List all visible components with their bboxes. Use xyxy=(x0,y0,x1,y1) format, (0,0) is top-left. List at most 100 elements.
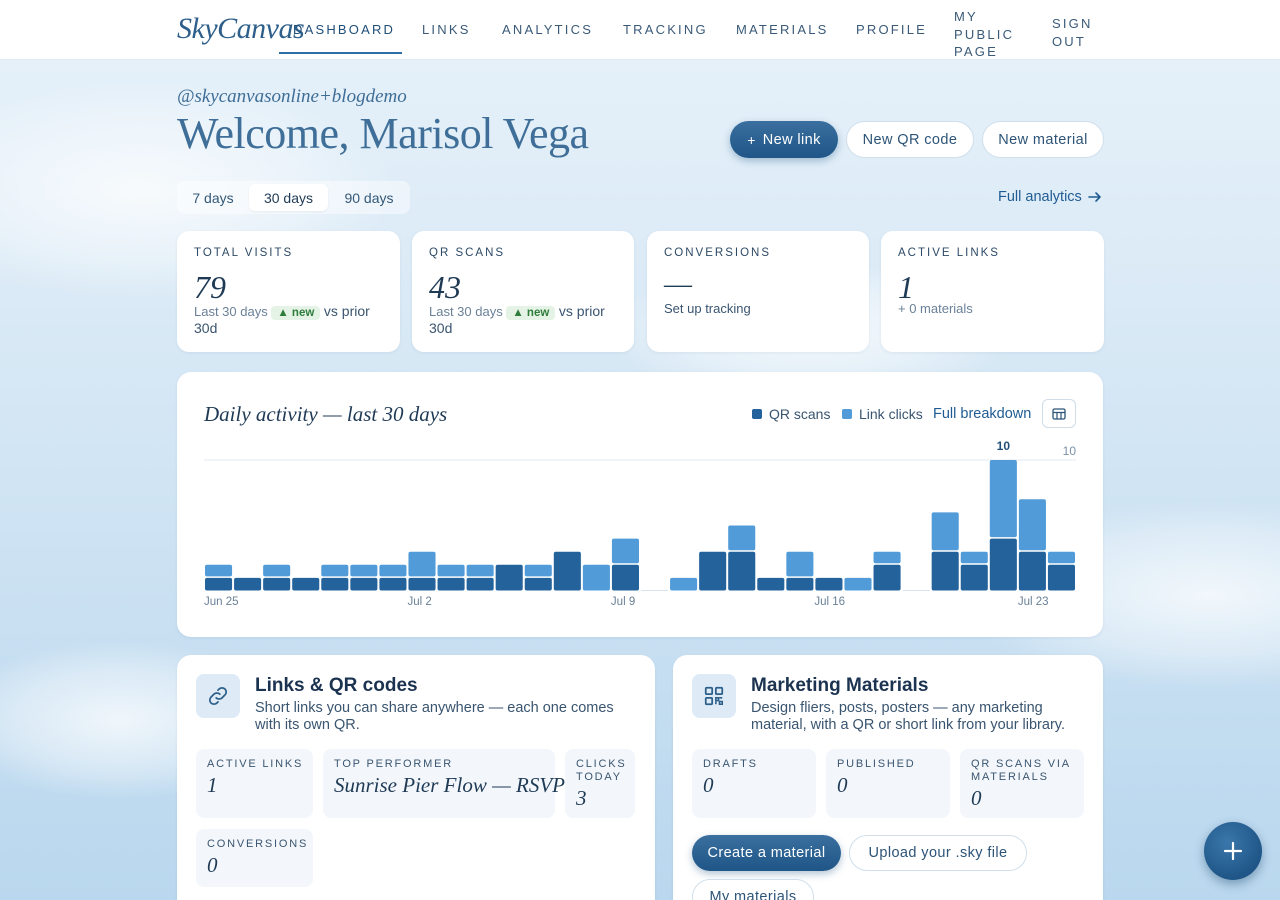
bar-qr-scans xyxy=(699,551,727,591)
new-material-label: New material xyxy=(998,131,1088,148)
tile-label-line: TODAY xyxy=(576,771,622,783)
my-materials-label: My materials xyxy=(709,889,797,900)
stat-label: ACTIVE LINKS xyxy=(898,247,1000,259)
bar-qr-scans xyxy=(205,577,233,591)
full-analytics-link[interactable]: Full analytics xyxy=(998,189,1102,205)
tile-top-performer[interactable]: TOP PERFORMER Sunrise Pier Flow — RSVP xyxy=(323,749,565,818)
stat-period: Last 30 days xyxy=(194,304,268,319)
bar-qr-scans xyxy=(234,577,262,591)
bar-link-clicks xyxy=(728,525,756,551)
bar-link-clicks xyxy=(844,577,872,591)
welcome-heading: Welcome, Marisol Vega xyxy=(177,109,589,158)
card-description: Design fliers, posts, posters — any mark… xyxy=(751,700,1065,733)
stat-label: CONVERSIONS xyxy=(664,247,771,259)
x-tick-label: Jul 2 xyxy=(407,596,431,608)
nav-my-public-page-line: PAGE xyxy=(954,44,998,59)
floating-add-button[interactable] xyxy=(1204,822,1262,880)
bar-qr-scans xyxy=(553,551,581,591)
nav-links[interactable]: LINKS xyxy=(422,22,471,37)
bar-link-clicks xyxy=(670,577,698,591)
nav-sign-out[interactable]: SIGN OUT xyxy=(1052,15,1093,50)
bar-qr-scans xyxy=(931,551,959,591)
bar-qr-scans xyxy=(379,577,407,591)
tile-label: ACTIVE LINKS xyxy=(207,758,304,770)
bar-link-clicks xyxy=(873,551,901,564)
range-7-days[interactable]: 7 days xyxy=(180,184,246,211)
nav-profile[interactable]: PROFILE xyxy=(856,22,927,37)
nav-dashboard[interactable]: DASHBOARD xyxy=(293,22,395,37)
bar-qr-scans xyxy=(873,564,901,591)
set-up-tracking-link[interactable]: Set up tracking xyxy=(664,301,751,316)
tile-label: CONVERSIONS xyxy=(207,838,309,850)
tile-label: PUBLISHED xyxy=(837,758,916,770)
nav-my-public-page[interactable]: MY PUBLIC PAGE xyxy=(954,8,1014,61)
nav-tracking[interactable]: TRACKING xyxy=(623,22,708,37)
peak-value-label: 10 xyxy=(997,439,1011,453)
my-materials-button[interactable]: My materials xyxy=(692,879,814,900)
link-icon xyxy=(196,674,240,718)
tile-label-line: CLICKS xyxy=(576,758,627,770)
card-title: Links & QR codes xyxy=(255,675,418,696)
trend-badge: ▲ new xyxy=(506,306,556,320)
nav-active-underline xyxy=(279,52,402,54)
nav-analytics[interactable]: ANALYTICS xyxy=(502,22,593,37)
nav-sign-out-line: OUT xyxy=(1052,33,1087,49)
bar-link-clicks xyxy=(582,564,610,591)
x-tick-label: Jul 9 xyxy=(611,596,635,608)
card-title: Marketing Materials xyxy=(751,675,929,696)
qr-grid-icon xyxy=(692,674,736,718)
daily-activity-chart: 10 10 Jun 25 Jul 2 Jul 9 Jul 16 Jul 23 xyxy=(204,439,1077,608)
bar-link-clicks xyxy=(1047,551,1075,564)
range-90-days[interactable]: 90 days xyxy=(331,184,407,211)
create-material-button[interactable]: Create a material xyxy=(692,835,841,871)
bar-qr-scans xyxy=(786,577,814,591)
new-qr-code-label: New QR code xyxy=(862,131,958,148)
tile-label: DRAFTS xyxy=(703,758,758,770)
y-max-label: 10 xyxy=(1063,444,1077,458)
account-handle: @skycanvasonline+blogdemo xyxy=(177,86,407,107)
brand-logo[interactable]: SkyCanvas xyxy=(177,12,305,46)
bar-link-clicks xyxy=(931,512,959,551)
arrow-right-icon xyxy=(1088,192,1101,202)
trend-badge: ▲ new xyxy=(271,306,321,320)
bar-qr-scans xyxy=(292,577,320,591)
upload-sky-file-button[interactable]: Upload your .sky file xyxy=(849,835,1027,871)
range-30-days[interactable]: 30 days xyxy=(249,184,328,211)
new-link-button[interactable]: + New link xyxy=(730,121,838,158)
bar-qr-scans xyxy=(728,551,756,591)
bar-link-clicks xyxy=(350,564,378,577)
new-link-label: New link xyxy=(762,131,821,148)
top-nav: SkyCanvas DASHBOARD LINKS ANALYTICS TRAC… xyxy=(0,0,1280,60)
new-qr-code-button[interactable]: New QR code xyxy=(846,121,974,158)
bar-link-clicks xyxy=(466,564,494,577)
nav-sign-out-line: SIGN xyxy=(1052,16,1093,31)
bar-qr-scans xyxy=(263,577,291,591)
stat-label: TOTAL VISITS xyxy=(194,247,294,259)
tile-value: 1 xyxy=(207,773,218,797)
tile-label: CLICKS TODAY xyxy=(576,758,627,784)
bar-link-clicks xyxy=(989,460,1017,538)
bar-qr-scans xyxy=(815,577,843,591)
bar-qr-scans xyxy=(1047,564,1075,591)
nav-materials[interactable]: MATERIALS xyxy=(736,22,829,37)
tile-drafts: DRAFTS 0 xyxy=(692,749,816,818)
tile-conversions: CONVERSIONS 0 xyxy=(196,829,313,887)
stat-subtext: Last 30 days ▲ new vs prior 30d xyxy=(429,303,624,337)
bar-qr-scans xyxy=(960,564,988,591)
upload-sky-file-label: Upload your .sky file xyxy=(868,845,1008,861)
bar-link-clicks xyxy=(1018,499,1046,551)
bar-qr-scans xyxy=(495,564,523,591)
stat-card-active-links: ACTIVE LINKS 1 + 0 materials xyxy=(881,231,1104,352)
bar-qr-scans xyxy=(757,577,785,591)
nav-my-public-page-line: MY xyxy=(954,9,978,24)
stat-card-total-visits: TOTAL VISITS 79 Last 30 days ▲ new vs pr… xyxy=(177,231,400,352)
new-material-button[interactable]: New material xyxy=(982,121,1104,158)
tile-label: QR SCANS VIA MATERIALS xyxy=(971,758,1071,784)
tile-value: 0 xyxy=(207,853,218,877)
bar-qr-scans xyxy=(989,538,1017,591)
marketing-materials-card: Marketing Materials Design fliers, posts… xyxy=(673,655,1103,900)
stat-value: — xyxy=(664,269,692,300)
bar-qr-scans xyxy=(524,577,552,591)
full-analytics-label: Full analytics xyxy=(998,189,1082,205)
tile-published: PUBLISHED 0 xyxy=(826,749,950,818)
